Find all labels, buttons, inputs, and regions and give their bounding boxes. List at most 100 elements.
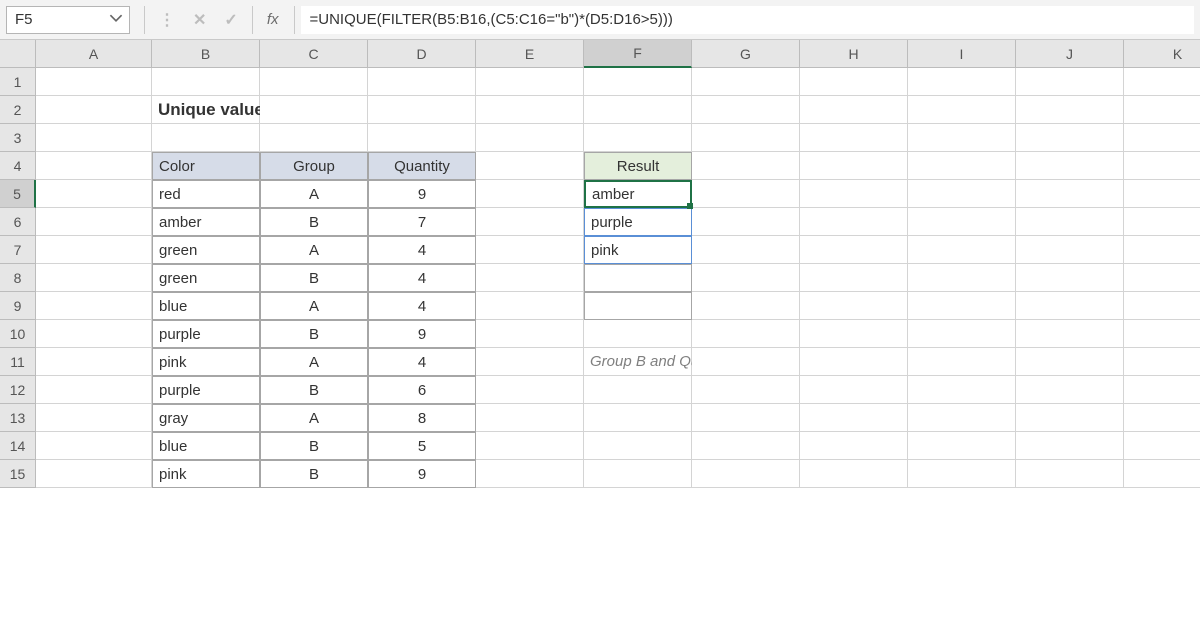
main-cell-group[interactable]: B (260, 264, 368, 292)
row-header-8[interactable]: 8 (0, 264, 36, 292)
cell-D2[interactable] (368, 96, 476, 124)
main-cell-qty[interactable]: 9 (368, 320, 476, 348)
cell-A2[interactable] (36, 96, 152, 124)
cell-K11[interactable] (1124, 348, 1200, 376)
main-cell-group[interactable]: A (260, 404, 368, 432)
cell-E12[interactable] (476, 376, 584, 404)
result-cell[interactable]: pink (584, 236, 692, 264)
cell-E11[interactable] (476, 348, 584, 376)
cell-F15[interactable] (584, 460, 692, 488)
row-header-5[interactable]: 5 (0, 180, 36, 208)
main-cell-group[interactable]: A (260, 236, 368, 264)
main-cell-color[interactable]: pink (152, 460, 260, 488)
cell-K4[interactable] (1124, 152, 1200, 180)
cell-K5[interactable] (1124, 180, 1200, 208)
cell-A13[interactable] (36, 404, 152, 432)
cell-I15[interactable] (908, 460, 1016, 488)
cell-F13[interactable] (584, 404, 692, 432)
cell-H10[interactable] (800, 320, 908, 348)
cell-A1[interactable] (36, 68, 152, 96)
cell-F10[interactable] (584, 320, 692, 348)
row-header-15[interactable]: 15 (0, 460, 36, 488)
cell-B1[interactable] (152, 68, 260, 96)
cell-E7[interactable] (476, 236, 584, 264)
cell-K9[interactable] (1124, 292, 1200, 320)
chevron-down-icon[interactable] (109, 11, 123, 29)
main-cell-group[interactable]: B (260, 460, 368, 488)
cancel-icon[interactable]: ✕ (193, 10, 206, 30)
cell-H12[interactable] (800, 376, 908, 404)
cell-E9[interactable] (476, 292, 584, 320)
row-header-10[interactable]: 10 (0, 320, 36, 348)
cell-G15[interactable] (692, 460, 800, 488)
selected-cell[interactable]: amber (584, 180, 692, 208)
main-cell-qty[interactable]: 5 (368, 432, 476, 460)
cell-F2[interactable] (584, 96, 692, 124)
cell-H1[interactable] (800, 68, 908, 96)
row-header-14[interactable]: 14 (0, 432, 36, 460)
cell-A3[interactable] (36, 124, 152, 152)
cell-I5[interactable] (908, 180, 1016, 208)
result-cell[interactable] (584, 292, 692, 320)
cell-B3[interactable] (152, 124, 260, 152)
main-cell-qty[interactable]: 4 (368, 348, 476, 376)
cell-I8[interactable] (908, 264, 1016, 292)
main-cell-color[interactable]: blue (152, 432, 260, 460)
result-cell[interactable] (584, 264, 692, 292)
cell-K12[interactable] (1124, 376, 1200, 404)
cell-A15[interactable] (36, 460, 152, 488)
row-header-3[interactable]: 3 (0, 124, 36, 152)
cell-E8[interactable] (476, 264, 584, 292)
cell-G14[interactable] (692, 432, 800, 460)
cell-E10[interactable] (476, 320, 584, 348)
col-header-B[interactable]: B (152, 40, 260, 68)
main-cell-color[interactable]: blue (152, 292, 260, 320)
cell-G3[interactable] (692, 124, 800, 152)
cell-K13[interactable] (1124, 404, 1200, 432)
cell-A12[interactable] (36, 376, 152, 404)
cell-A14[interactable] (36, 432, 152, 460)
cell-A9[interactable] (36, 292, 152, 320)
cell-H8[interactable] (800, 264, 908, 292)
cell-I10[interactable] (908, 320, 1016, 348)
cell-E6[interactable] (476, 208, 584, 236)
cell-J15[interactable] (1016, 460, 1124, 488)
main-cell-qty[interactable]: 4 (368, 264, 476, 292)
cell-G7[interactable] (692, 236, 800, 264)
main-cell-qty[interactable]: 8 (368, 404, 476, 432)
main-cell-qty[interactable]: 9 (368, 180, 476, 208)
row-header-11[interactable]: 11 (0, 348, 36, 376)
cell-J9[interactable] (1016, 292, 1124, 320)
cell-I13[interactable] (908, 404, 1016, 432)
cell-F12[interactable] (584, 376, 692, 404)
cell-J6[interactable] (1016, 208, 1124, 236)
cell-K14[interactable] (1124, 432, 1200, 460)
cell-E13[interactable] (476, 404, 584, 432)
cell-K8[interactable] (1124, 264, 1200, 292)
cell-H6[interactable] (800, 208, 908, 236)
col-header-H[interactable]: H (800, 40, 908, 68)
main-cell-group[interactable]: A (260, 180, 368, 208)
row-header-2[interactable]: 2 (0, 96, 36, 124)
cell-I11[interactable] (908, 348, 1016, 376)
cell-J3[interactable] (1016, 124, 1124, 152)
formula-input[interactable]: =UNIQUE(FILTER(B5:B16,(C5:C16="b")*(D5:D… (301, 6, 1194, 34)
cell-C1[interactable] (260, 68, 368, 96)
row-header-12[interactable]: 12 (0, 376, 36, 404)
main-cell-group[interactable]: B (260, 376, 368, 404)
cell-G11[interactable] (692, 348, 800, 376)
row-header-4[interactable]: 4 (0, 152, 36, 180)
name-box[interactable]: F5 (6, 6, 130, 34)
cell-I12[interactable] (908, 376, 1016, 404)
main-cell-color[interactable]: purple (152, 320, 260, 348)
cell-A10[interactable] (36, 320, 152, 348)
cell-I7[interactable] (908, 236, 1016, 264)
cell-K6[interactable] (1124, 208, 1200, 236)
cell-K1[interactable] (1124, 68, 1200, 96)
cell-K7[interactable] (1124, 236, 1200, 264)
cell-A8[interactable] (36, 264, 152, 292)
cell-F1[interactable] (584, 68, 692, 96)
cell-H4[interactable] (800, 152, 908, 180)
cell-H14[interactable] (800, 432, 908, 460)
cell-J11[interactable] (1016, 348, 1124, 376)
